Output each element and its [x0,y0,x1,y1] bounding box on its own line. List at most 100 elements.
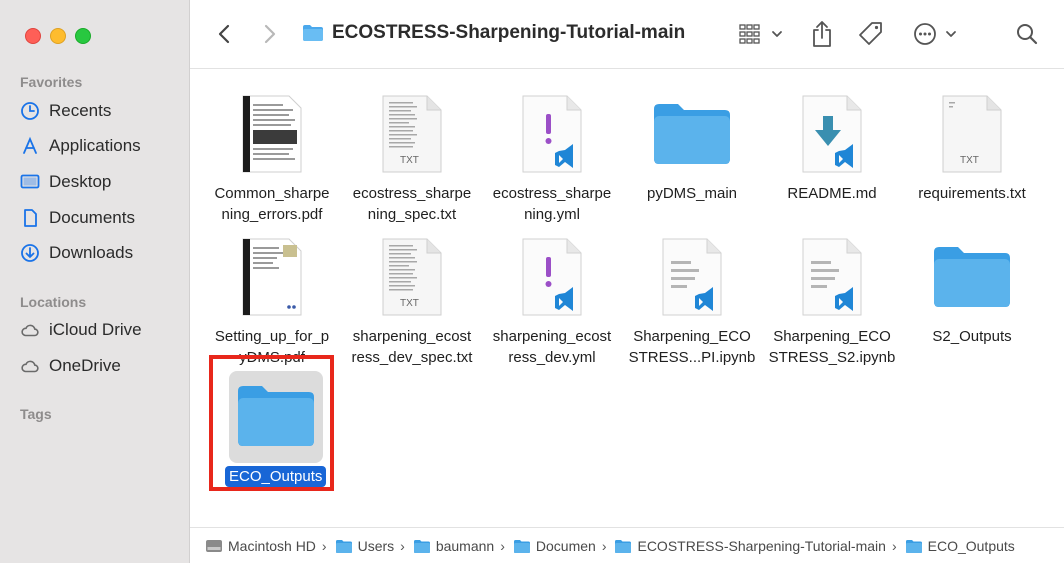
path-crumb[interactable]: ECO_Outputs [905,538,1015,554]
chevron-left-icon [218,24,230,44]
cloud-icon [21,360,39,373]
sidebar: Favorites Recents Applications Desktop D… [0,0,190,563]
file-name: ecostress_sharpe ning.yml [492,185,612,223]
file-type-badge: TXT [400,298,419,309]
grid-view-icon [739,24,782,44]
share-button[interactable] [808,18,836,50]
file-name: Common_sharpe ning_errors.pdf [214,185,330,223]
chevron-right-icon: › [321,538,327,554]
tags-button[interactable] [856,20,886,48]
file-item[interactable]: Setting_up_for_p yDMS.pdf [202,222,342,366]
file-item[interactable]: README.md [762,79,902,219]
zoom-window-button[interactable] [75,28,91,44]
share-icon [813,21,831,47]
file-name: pyDMS_main [646,185,738,202]
folder-icon [303,25,323,41]
file-name: requirements.txt [918,185,1026,202]
folder-icon [647,89,737,179]
minimize-window-button[interactable] [50,28,66,44]
path-crumb-label: Macintosh HD [228,538,316,554]
file-name: sharpening_ecost ress_dev_spec.txt [351,328,473,366]
sidebar-item-label: OneDrive [49,356,121,375]
folder-icon [927,232,1017,322]
clock-icon [21,102,39,120]
hard-drive-icon [206,540,222,552]
download-icon [21,244,39,262]
path-bar: Macintosh HD › Users › baumann › Documen… [190,527,1064,564]
sidebar-item-icloud-drive[interactable]: iCloud Drive [20,315,180,345]
folder-icon [513,539,530,553]
locations-heading: Locations [20,294,87,310]
sidebar-item-onedrive[interactable]: OneDrive [20,351,180,381]
path-crumb-label: ECOSTRESS-Sharpening-Tutorial-main [637,538,886,554]
notebook-file-icon [647,232,737,322]
more-actions-button[interactable] [910,20,960,48]
file-item[interactable]: ecostress_sharpe ning.yml [482,79,622,223]
file-item[interactable]: Sharpening_ECO STRESS_S2.ipynb [762,222,902,366]
path-crumb[interactable]: Documen [513,538,596,554]
folder-item[interactable]: pyDMS_main [622,79,762,219]
sidebar-item-recents[interactable]: Recents [20,96,180,126]
pdf-thumbnail-icon [227,89,317,179]
ellipsis-circle-icon [914,23,956,45]
chevron-right-icon: › [500,538,505,554]
sidebar-item-label: Documents [49,208,135,227]
pdf-thumbnail-icon [227,232,317,322]
path-crumb-label: Documen [535,538,596,554]
yaml-file-icon [507,232,597,322]
close-window-button[interactable] [25,28,41,44]
file-item[interactable]: sharpening_ecost ress_dev.yml [482,222,622,366]
chevron-right-icon: › [400,538,405,554]
window-title: ECOSTRESS-Sharpening-Tutorial-main [302,22,685,44]
sidebar-item-label: Desktop [49,172,112,191]
path-crumb[interactable]: Macintosh HD [205,538,316,554]
file-item[interactable]: TXT ecostress_sharpe ning_spec.txt [342,79,482,223]
file-name: Sharpening_ECO STRESS_S2.ipynb [768,328,896,366]
forward-button[interactable] [258,22,282,46]
tag-icon [859,22,882,45]
yaml-file-icon [507,89,597,179]
sidebar-item-documents[interactable]: Documents [20,203,180,233]
tags-heading: Tags [20,406,52,422]
sidebar-item-label: Downloads [49,243,134,262]
search-icon [1017,24,1038,45]
folder-icon [335,539,352,553]
cloud-icon [21,324,39,337]
applications-icon [23,136,37,154]
search-button[interactable] [1013,20,1041,48]
sidebar-item-label: iCloud Drive [49,320,142,339]
chevron-right-icon: › [601,538,607,554]
file-item[interactable]: TXT requirements.txt [902,79,1042,219]
file-type-badge: TXT [960,155,979,166]
desktop-icon [20,174,40,189]
path-crumb-label: ECO_Outputs [927,538,1015,554]
sidebar-item-desktop[interactable]: Desktop [20,167,180,197]
file-name: README.md [787,185,877,202]
favorites-heading: Favorites [20,74,83,90]
finder-window: Favorites Recents Applications Desktop D… [0,0,1064,564]
file-name: Sharpening_ECO STRESS...PI.ipynb [628,328,756,366]
path-crumb[interactable]: ECOSTRESS-Sharpening-Tutorial-main [614,538,886,554]
view-options-button[interactable] [736,20,786,48]
file-type-badge: TXT [400,155,419,166]
path-crumb-label: baumann [435,538,495,554]
file-name: ecostress_sharpe ning_spec.txt [352,185,472,223]
folder-item[interactable]: S2_Outputs [902,222,1042,362]
folder-icon [615,539,632,553]
file-item[interactable]: TXT sharpening_ecost ress_dev_spec.txt [342,222,482,366]
file-item[interactable]: Sharpening_ECO STRESS...PI.ipynb [622,222,762,366]
file-item[interactable]: Common_sharpe ning_errors.pdf [202,79,342,223]
sidebar-item-label: Applications [49,136,141,155]
sidebar-item-downloads[interactable]: Downloads [20,238,180,268]
notebook-file-icon [787,232,877,322]
chevron-right-icon [264,24,276,44]
back-button[interactable] [212,22,236,46]
markdown-file-icon [787,89,877,179]
path-crumb[interactable]: baumann [413,538,494,554]
file-name: S2_Outputs [932,328,1012,345]
path-crumb[interactable]: Users [335,538,394,554]
sidebar-item-applications[interactable]: Applications [20,131,180,161]
folder-icon [413,539,430,553]
folder-icon [905,539,922,553]
chevron-right-icon: › [891,538,897,554]
